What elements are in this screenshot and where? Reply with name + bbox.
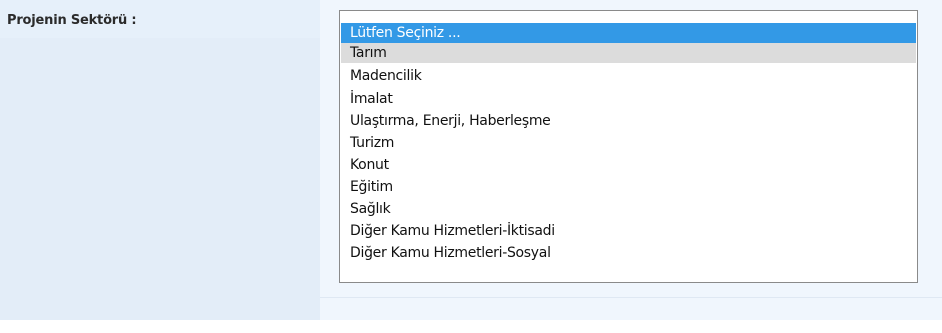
sector-option-saglik[interactable]: Sağlık: [341, 199, 916, 219]
sector-field-label: Projenin Sektörü :: [7, 13, 137, 28]
sector-option-kamu-iktisadi[interactable]: Diğer Kamu Hizmetleri-İktisadi: [341, 221, 916, 241]
sector-option-placeholder[interactable]: Lütfen Seçiniz ...: [341, 23, 916, 43]
sector-option-turizm[interactable]: Turizm: [341, 133, 916, 153]
sector-option-ulastirma[interactable]: Ulaştırma, Enerji, Haberleşme: [341, 111, 916, 131]
bottom-strip: [0, 320, 942, 333]
sector-option-konut[interactable]: Konut: [341, 155, 916, 175]
sector-option-imalat[interactable]: İmalat: [341, 89, 916, 109]
sector-option-egitim[interactable]: Eğitim: [341, 177, 916, 197]
row-divider: [320, 297, 942, 298]
sector-option-kamu-sosyal[interactable]: Diğer Kamu Hizmetleri-Sosyal: [341, 243, 916, 263]
label-column: [0, 0, 320, 320]
sector-option-madencilik[interactable]: Madencilik: [341, 66, 916, 86]
label-column-band: [0, 38, 320, 320]
sector-option-tarim[interactable]: Tarım: [341, 43, 916, 63]
sector-select-listbox[interactable]: Lütfen Seçiniz ... Tarım Madencilik İmal…: [339, 10, 918, 283]
